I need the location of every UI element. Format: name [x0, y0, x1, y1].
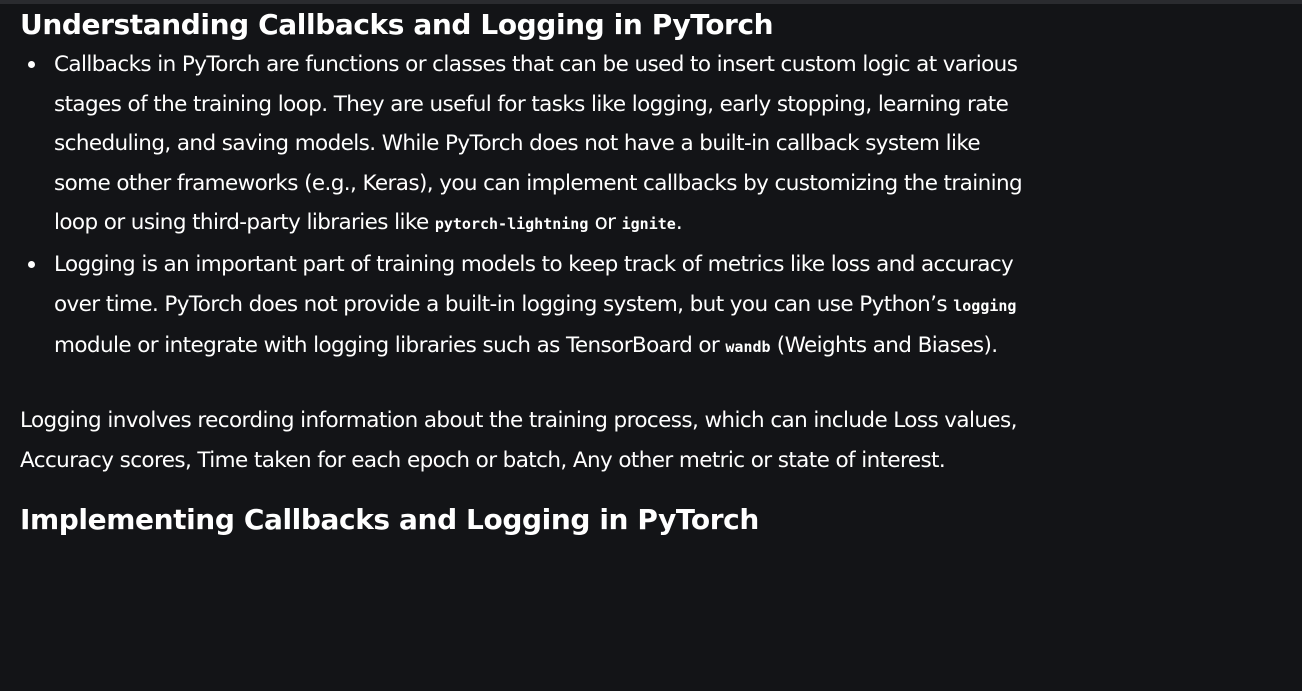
bullet-icon	[28, 260, 35, 268]
bullet-text: or	[588, 210, 622, 236]
logging-paragraph: Logging involves recording information a…	[20, 407, 1017, 474]
bullet-text: (Weights and Biases).	[770, 333, 998, 359]
section-heading-understanding: Understanding Callbacks and Logging in P…	[20, 8, 774, 41]
bullet-text: Callbacks in PyTorch are functions or cl…	[54, 52, 1023, 236]
bullet-list: Callbacks in PyTorch are functions or cl…	[20, 45, 1030, 368]
bullet-text: module or integrate with logging librari…	[54, 333, 726, 359]
inline-code-pytorch-lightning: pytorch-lightning	[434, 215, 589, 234]
list-item-callbacks: Callbacks in PyTorch are functions or cl…	[20, 45, 1030, 245]
section-heading-implementing: Implementing Callbacks and Logging in Py…	[20, 502, 759, 536]
bullet-text: Logging is an important part of training…	[54, 251, 1014, 317]
inline-code-wandb: wandb	[725, 338, 771, 357]
inline-code-logging: logging	[953, 296, 1017, 315]
bullet-text: .	[675, 210, 683, 236]
list-item-logging: Logging is an important part of training…	[20, 245, 1030, 368]
bullet-icon	[28, 61, 35, 68]
inline-code-ignite: ignite	[621, 215, 676, 234]
article-content: Understanding Callbacks and Logging in P…	[20, 0, 1030, 540]
